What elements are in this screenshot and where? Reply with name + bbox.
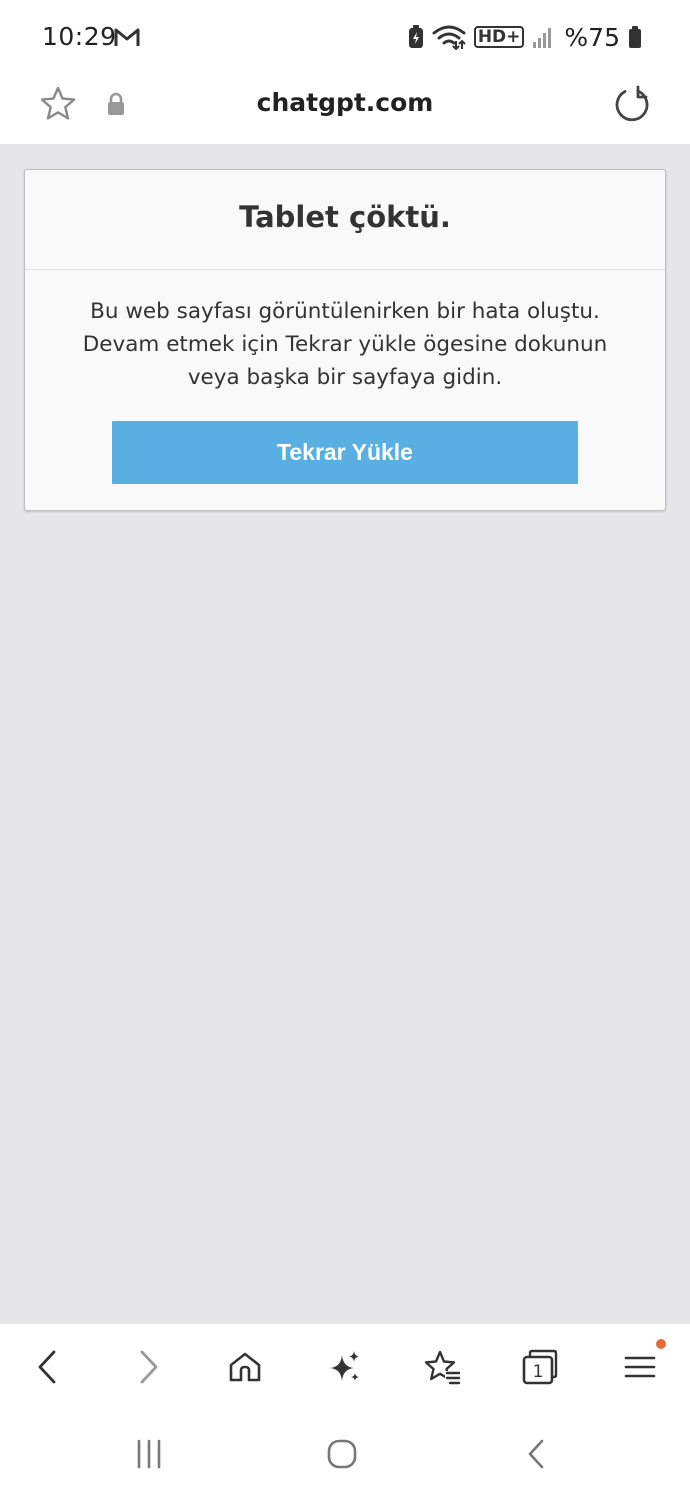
status-icons: HD+ %75 <box>408 22 642 52</box>
tab-count: 1 <box>533 1362 544 1382</box>
system-back-icon <box>528 1439 544 1469</box>
back-icon <box>38 1350 56 1384</box>
status-bar: 10:29 HD+ %75 <box>0 0 690 74</box>
error-card: Tablet çöktü. Bu web sayfası görüntüleni… <box>24 169 666 511</box>
hd-plus-icon: HD+ <box>473 26 525 48</box>
recents-button[interactable] <box>129 1434 169 1474</box>
home-button[interactable] <box>222 1344 268 1390</box>
url-bar: chatgpt.com <box>0 74 690 144</box>
menu-button[interactable] <box>617 1344 663 1390</box>
system-navigation <box>0 1410 690 1495</box>
system-back-button[interactable] <box>516 1434 556 1474</box>
system-home-button[interactable] <box>322 1434 362 1474</box>
bookmarks-button[interactable] <box>419 1344 465 1390</box>
page-content: Tablet çöktü. Bu web sayfası görüntüleni… <box>0 144 690 1324</box>
tabs-icon: 1 <box>522 1349 558 1385</box>
battery-saver-icon <box>408 25 423 48</box>
forward-button[interactable] <box>126 1344 172 1390</box>
forward-icon <box>140 1350 158 1384</box>
status-time: 10:29 <box>42 22 117 51</box>
home-icon <box>229 1352 261 1382</box>
battery-percent: %75 <box>564 22 620 52</box>
error-message: Bu web sayfası görüntülenirken bir hata … <box>82 299 608 390</box>
menu-icon <box>624 1356 656 1378</box>
sparkle-icon <box>330 1351 359 1381</box>
card-divider <box>25 269 665 270</box>
tabs-button[interactable]: 1 <box>517 1344 563 1390</box>
battery-icon <box>629 26 641 48</box>
menu-notification-badge <box>656 1339 666 1349</box>
url-field[interactable]: chatgpt.com <box>0 88 690 117</box>
signal-icon <box>533 28 552 48</box>
ai-button[interactable] <box>321 1344 367 1390</box>
reload-icon[interactable] <box>612 84 652 124</box>
home-circle-icon <box>327 1439 357 1469</box>
gmail-icon <box>114 28 140 46</box>
back-button[interactable] <box>24 1344 70 1390</box>
error-title: Tablet çöktü. <box>239 200 451 234</box>
bookmarks-icon <box>424 1350 461 1385</box>
browser-toolbar: 1 <box>0 1324 690 1410</box>
reload-button[interactable]: Tekrar Yükle <box>112 421 578 484</box>
recents-icon <box>137 1439 161 1469</box>
wifi-icon <box>432 25 466 50</box>
